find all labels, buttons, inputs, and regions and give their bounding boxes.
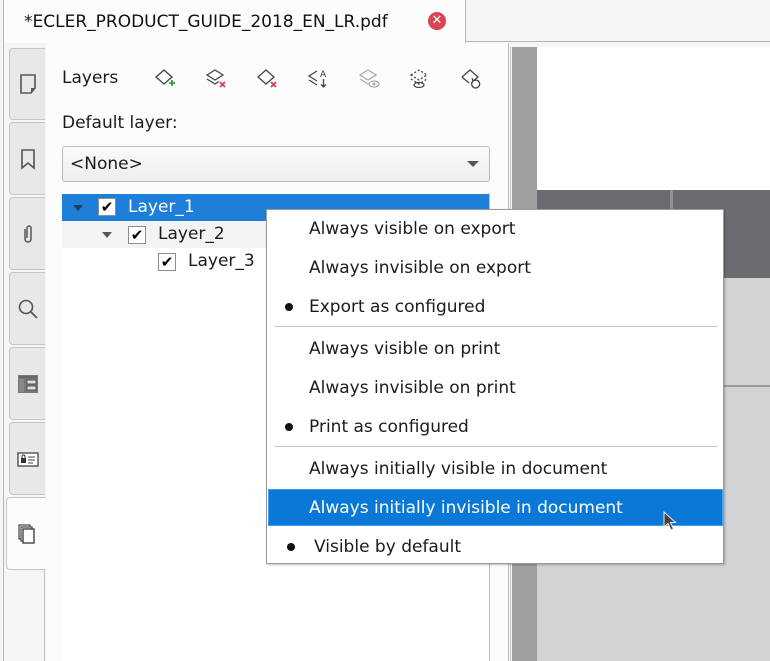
menu-item-label: Visible by default — [314, 536, 462, 557]
sidebar-bottom-border — [44, 570, 45, 661]
sidebar-tab-structure[interactable] — [9, 347, 45, 420]
radio-bullet-icon — [287, 543, 295, 551]
expand-arrow-icon[interactable] — [102, 232, 112, 238]
layers-icon — [17, 523, 35, 544]
page-icon — [19, 74, 36, 94]
menu-item-label: Always invisible on print — [309, 377, 516, 398]
paperclip-icon — [23, 224, 32, 243]
menu-separator — [275, 446, 717, 447]
menu-item-label: Always initially invisible in document — [309, 497, 623, 518]
remove-layers-icon — [205, 69, 226, 88]
menu-item-label: Always initially visible in document — [309, 458, 608, 479]
sidebar-tab-signatures[interactable] — [9, 422, 45, 495]
layer-eye-icon — [358, 69, 380, 88]
layer-3-label: Layer_3 — [188, 251, 255, 271]
radio-bullet-icon — [285, 423, 293, 431]
mouse-cursor-icon — [663, 511, 677, 531]
sidebar-tab-layers[interactable] — [6, 497, 46, 570]
menu-item-always-initially-visible[interactable]: Always initially visible in document — [268, 450, 723, 487]
layers-panel-title: Layers — [62, 68, 119, 88]
layer-1-checkbox[interactable]: ✔ — [98, 198, 116, 216]
menu-item-always-invisible-print[interactable]: Always invisible on print — [268, 369, 723, 406]
remove-layers-button[interactable] — [203, 66, 229, 92]
radio-bullet-icon — [285, 303, 293, 311]
sidebar-border — [3, 43, 4, 661]
sidebar-tab-bookmarks[interactable] — [9, 122, 45, 195]
rename-layer-button[interactable]: A — [305, 66, 331, 92]
close-tab-icon[interactable]: ✕ — [428, 12, 446, 30]
add-layer-icon — [155, 69, 175, 86]
sidebar-tab-thumbnails[interactable] — [9, 48, 45, 120]
tab-bar-bottom-border — [466, 41, 770, 42]
document-tab-title: *ECLER_PRODUCT_GUIDE_2018_EN_LR.pdf — [24, 11, 388, 32]
svg-text:A: A — [320, 70, 327, 80]
menu-item-visible-by-default[interactable]: Visible by default — [268, 528, 723, 565]
default-layer-label: Default layer: — [62, 113, 178, 133]
layer-visibility-button[interactable] — [356, 66, 382, 92]
layer-optional-content-button[interactable] — [407, 66, 433, 92]
layer-2-checkbox[interactable]: ✔ — [128, 226, 146, 244]
menu-item-always-visible-export[interactable]: Always visible on export — [268, 210, 723, 247]
layer-1-label: Layer_1 — [128, 197, 195, 217]
search-icon — [18, 299, 38, 319]
menu-item-print-as-configured[interactable]: Print as configured — [268, 408, 723, 445]
default-layer-dropdown[interactable]: <None> — [62, 146, 490, 182]
sidebar-tab-search[interactable] — [9, 272, 45, 345]
menu-item-always-initially-invisible[interactable]: Always initially invisible in document — [268, 489, 723, 526]
pdf-page — [537, 47, 770, 190]
reset-layer-button[interactable] — [458, 66, 484, 92]
menu-separator — [275, 326, 717, 327]
expand-arrow-icon[interactable] — [73, 205, 83, 211]
menu-item-label: Print as configured — [309, 416, 469, 437]
chevron-down-icon — [467, 161, 479, 167]
layer-3-checkbox[interactable]: ✔ — [158, 253, 176, 271]
remove-layer-button[interactable] — [254, 66, 280, 92]
layer-context-menu: Always visible on export Always invisibl… — [266, 209, 724, 564]
reset-layer-icon — [461, 69, 481, 89]
sidebar-tab-attachments[interactable] — [9, 197, 45, 270]
default-layer-value: <None> — [70, 154, 143, 174]
bookmark-icon — [20, 148, 35, 170]
structure-tree-icon — [17, 374, 38, 393]
menu-item-label: Always visible on print — [309, 338, 501, 359]
tab-bar: *ECLER_PRODUCT_GUIDE_2018_EN_LR.pdf ✕ — [0, 0, 770, 43]
menu-item-label: Always visible on export — [309, 218, 516, 239]
document-tab[interactable]: *ECLER_PRODUCT_GUIDE_2018_EN_LR.pdf ✕ — [4, 0, 466, 43]
rename-layer-icon: A — [307, 70, 327, 88]
menu-item-always-visible-print[interactable]: Always visible on print — [268, 330, 723, 367]
remove-layer-icon — [257, 69, 277, 88]
dashed-layers-icon — [409, 69, 429, 89]
add-layer-button[interactable] — [152, 66, 178, 92]
page-divider — [723, 385, 770, 387]
menu-item-label: Export as configured — [309, 296, 486, 317]
layer-2-label: Layer_2 — [158, 224, 225, 244]
menu-item-export-as-configured[interactable]: Export as configured — [268, 288, 723, 325]
menu-item-label: Always invisible on export — [309, 257, 531, 278]
menu-item-always-invisible-export[interactable]: Always invisible on export — [268, 249, 723, 286]
signature-card-icon — [16, 451, 39, 467]
